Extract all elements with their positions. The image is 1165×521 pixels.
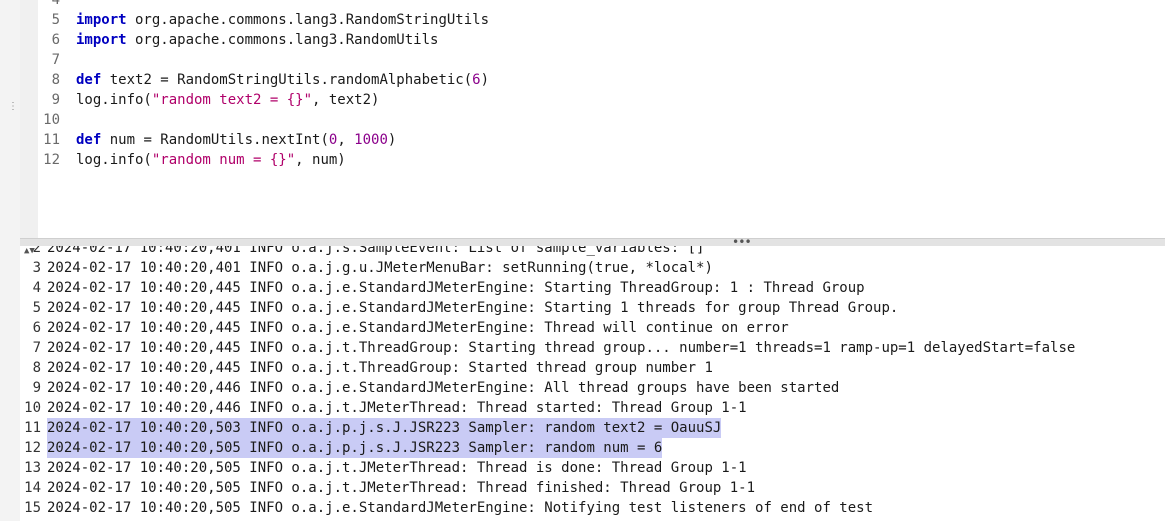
editor-gutter [20, 0, 38, 238]
line-number: 7 [51, 52, 60, 68]
code-text: import org.apache.commons.lang3.RandomSt… [76, 10, 489, 30]
up-down-arrows-icon[interactable]: ▲▼ [24, 246, 35, 256]
code-token: "random num = {}" [151, 152, 296, 168]
log-line-number: 10 [24, 400, 41, 416]
log-line-number: 7 [32, 340, 41, 356]
code-token: log.info( [76, 152, 152, 168]
log-line-number: 4 [32, 280, 41, 296]
log-line-text: 2024-02-17 10:40:20,446 INFO o.a.j.e.Sta… [47, 380, 840, 396]
script-editor[interactable]: 4 5 import org.apache.commons.lang3.Random… [20, 0, 1165, 238]
log-line-number: 9 [32, 380, 41, 396]
line-number: 12 [43, 152, 60, 168]
code-token: text2 = RandomStringUtils.randomAlphabet… [101, 72, 473, 88]
log-line-text: 2024-02-17 10:40:20,505 INFO o.a.j.p.j.s… [47, 438, 663, 458]
log-line-text: 2024-02-17 10:40:20,445 INFO o.a.j.t.Thr… [47, 360, 713, 376]
code-token: , num) [295, 152, 346, 168]
code-token: org.apache.commons.lang3.RandomStringUti… [126, 12, 490, 28]
line-number: 9 [51, 92, 60, 108]
code-token: , [337, 132, 355, 148]
log-line-number: 8 [32, 360, 41, 376]
left-rail: ⋮ [0, 0, 21, 521]
log-line-text: 2024-02-17 10:40:20,503 INFO o.a.j.p.j.s… [47, 418, 722, 438]
log-line-number: 14 [24, 480, 41, 496]
log-line-number: 13 [24, 460, 41, 476]
code-token: log.info( [76, 92, 152, 108]
code-token: 6 [472, 72, 481, 88]
line-number: 8 [51, 72, 60, 88]
log-line-number: 5 [32, 300, 41, 316]
drag-grip-icon[interactable]: ⋮ [8, 102, 18, 112]
line-number: 5 [51, 12, 60, 28]
code-token: def [76, 132, 102, 148]
code-token: def [76, 72, 102, 88]
code-text: def text2 = RandomStringUtils.randomAlph… [76, 70, 489, 90]
line-number: 6 [51, 32, 60, 48]
line-number: 10 [43, 112, 60, 128]
log-line-number: 3 [32, 260, 41, 276]
log-line-text: 2024-02-17 10:40:20,505 INFO o.a.j.t.JMe… [47, 460, 747, 476]
line-number: 4 [51, 0, 60, 8]
log-line-text: 2024-02-17 10:40:20,505 INFO o.a.j.t.JMe… [47, 480, 756, 496]
log-line-text: 2024-02-17 10:40:20,445 INFO o.a.j.e.Sta… [47, 320, 789, 336]
log-line-number: 11 [24, 420, 41, 436]
log-line-text: 2024-02-17 10:40:20,401 INFO o.a.j.s.Sam… [47, 246, 705, 256]
log-line-text: 2024-02-17 10:40:20,445 INFO o.a.j.t.Thr… [47, 340, 1076, 356]
code-token: ) [480, 72, 490, 88]
code-token: import [76, 32, 127, 48]
code-token: 1000 [354, 132, 388, 148]
log-line-text: 2024-02-17 10:40:20,446 INFO o.a.j.t.JMe… [47, 400, 747, 416]
code-token: org.apache.commons.lang3.RandomUtils [126, 32, 439, 48]
log-line-number: 12 [24, 440, 41, 456]
code-text: log.info("random num = {}", num) [76, 150, 346, 170]
code-token: , text2) [312, 92, 380, 108]
log-line-text: 2024-02-17 10:40:20,401 INFO o.a.j.g.u.J… [47, 260, 713, 276]
code-token: num = RandomUtils.nextInt( [101, 132, 329, 148]
code-text: def num = RandomUtils.nextInt(0, 1000) [76, 130, 396, 150]
code-token: ) [387, 132, 397, 148]
log-line-text: 2024-02-17 10:40:20,505 INFO o.a.j.e.Sta… [47, 500, 874, 516]
line-number: 11 [43, 132, 60, 148]
code-text: import org.apache.commons.lang3.RandomUt… [76, 30, 438, 50]
code-token: "random text2 = {}" [151, 92, 313, 108]
log-line-text: 2024-02-17 10:40:20,445 INFO o.a.j.e.Sta… [47, 300, 899, 316]
log-line-number: 15 [24, 500, 41, 516]
log-console[interactable]: 2 2024-02-17 10:40:20,401 INFO o.a.j.s.Sa… [20, 246, 1165, 521]
log-line-text: 2024-02-17 10:40:20,445 INFO o.a.j.e.Sta… [47, 280, 865, 296]
log-line-number: 6 [32, 320, 41, 336]
code-text: log.info("random text2 = {}", text2) [76, 90, 379, 110]
code-token: import [76, 12, 127, 28]
